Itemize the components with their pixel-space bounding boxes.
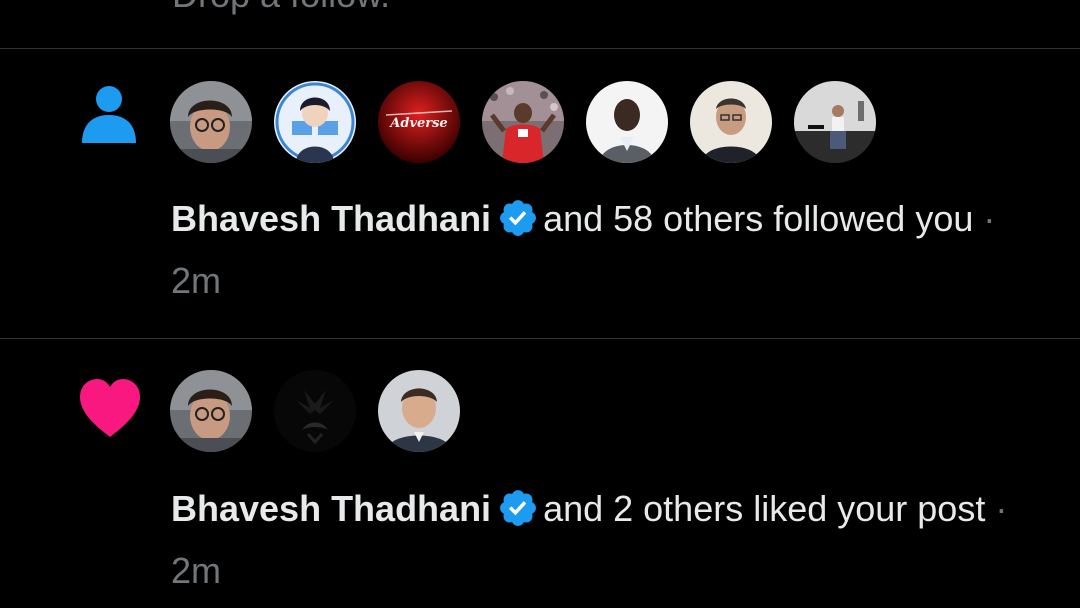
separator: · [983, 198, 996, 239]
avatar[interactable]: Adverse [378, 81, 460, 163]
avatar[interactable] [170, 81, 252, 163]
avatar[interactable] [690, 81, 772, 163]
like-notification[interactable]: Bhavesh Thadhani and 2 others liked your … [0, 339, 1080, 608]
separator: · [995, 488, 1008, 529]
avatar[interactable] [274, 81, 356, 163]
follower-avatars: Adverse [170, 81, 876, 163]
notification-text: Bhavesh Thadhani and 58 others followed y… [171, 188, 1021, 312]
user-name[interactable]: Bhavesh Thadhani [171, 488, 491, 529]
svg-text:Adverse: Adverse [388, 116, 447, 131]
liker-avatars [170, 370, 460, 452]
avatar[interactable] [274, 370, 356, 452]
avatar[interactable] [586, 81, 668, 163]
notification-text: Bhavesh Thadhani and 2 others liked your … [171, 478, 1021, 602]
avatar[interactable] [170, 370, 252, 452]
user-name[interactable]: Bhavesh Thadhani [171, 198, 491, 239]
previous-notification-text: Drop a follow. [172, 0, 390, 16]
timestamp: 2m [171, 260, 222, 301]
timestamp: 2m [171, 550, 222, 591]
heart-icon [80, 379, 140, 437]
person-icon [82, 86, 136, 143]
avatar[interactable] [378, 370, 460, 452]
verified-badge-icon [500, 490, 536, 526]
follow-notification[interactable]: Adverse Bhavesh Thadhani and 58 others fo… [0, 49, 1080, 337]
notification-action: and 2 others liked your post [543, 488, 986, 529]
verified-badge-icon [500, 200, 536, 236]
notification-action: and 58 others followed you [543, 198, 974, 239]
avatar[interactable] [794, 81, 876, 163]
avatar[interactable] [482, 81, 564, 163]
notifications-feed: Drop a follow. Adverse [0, 0, 1080, 608]
